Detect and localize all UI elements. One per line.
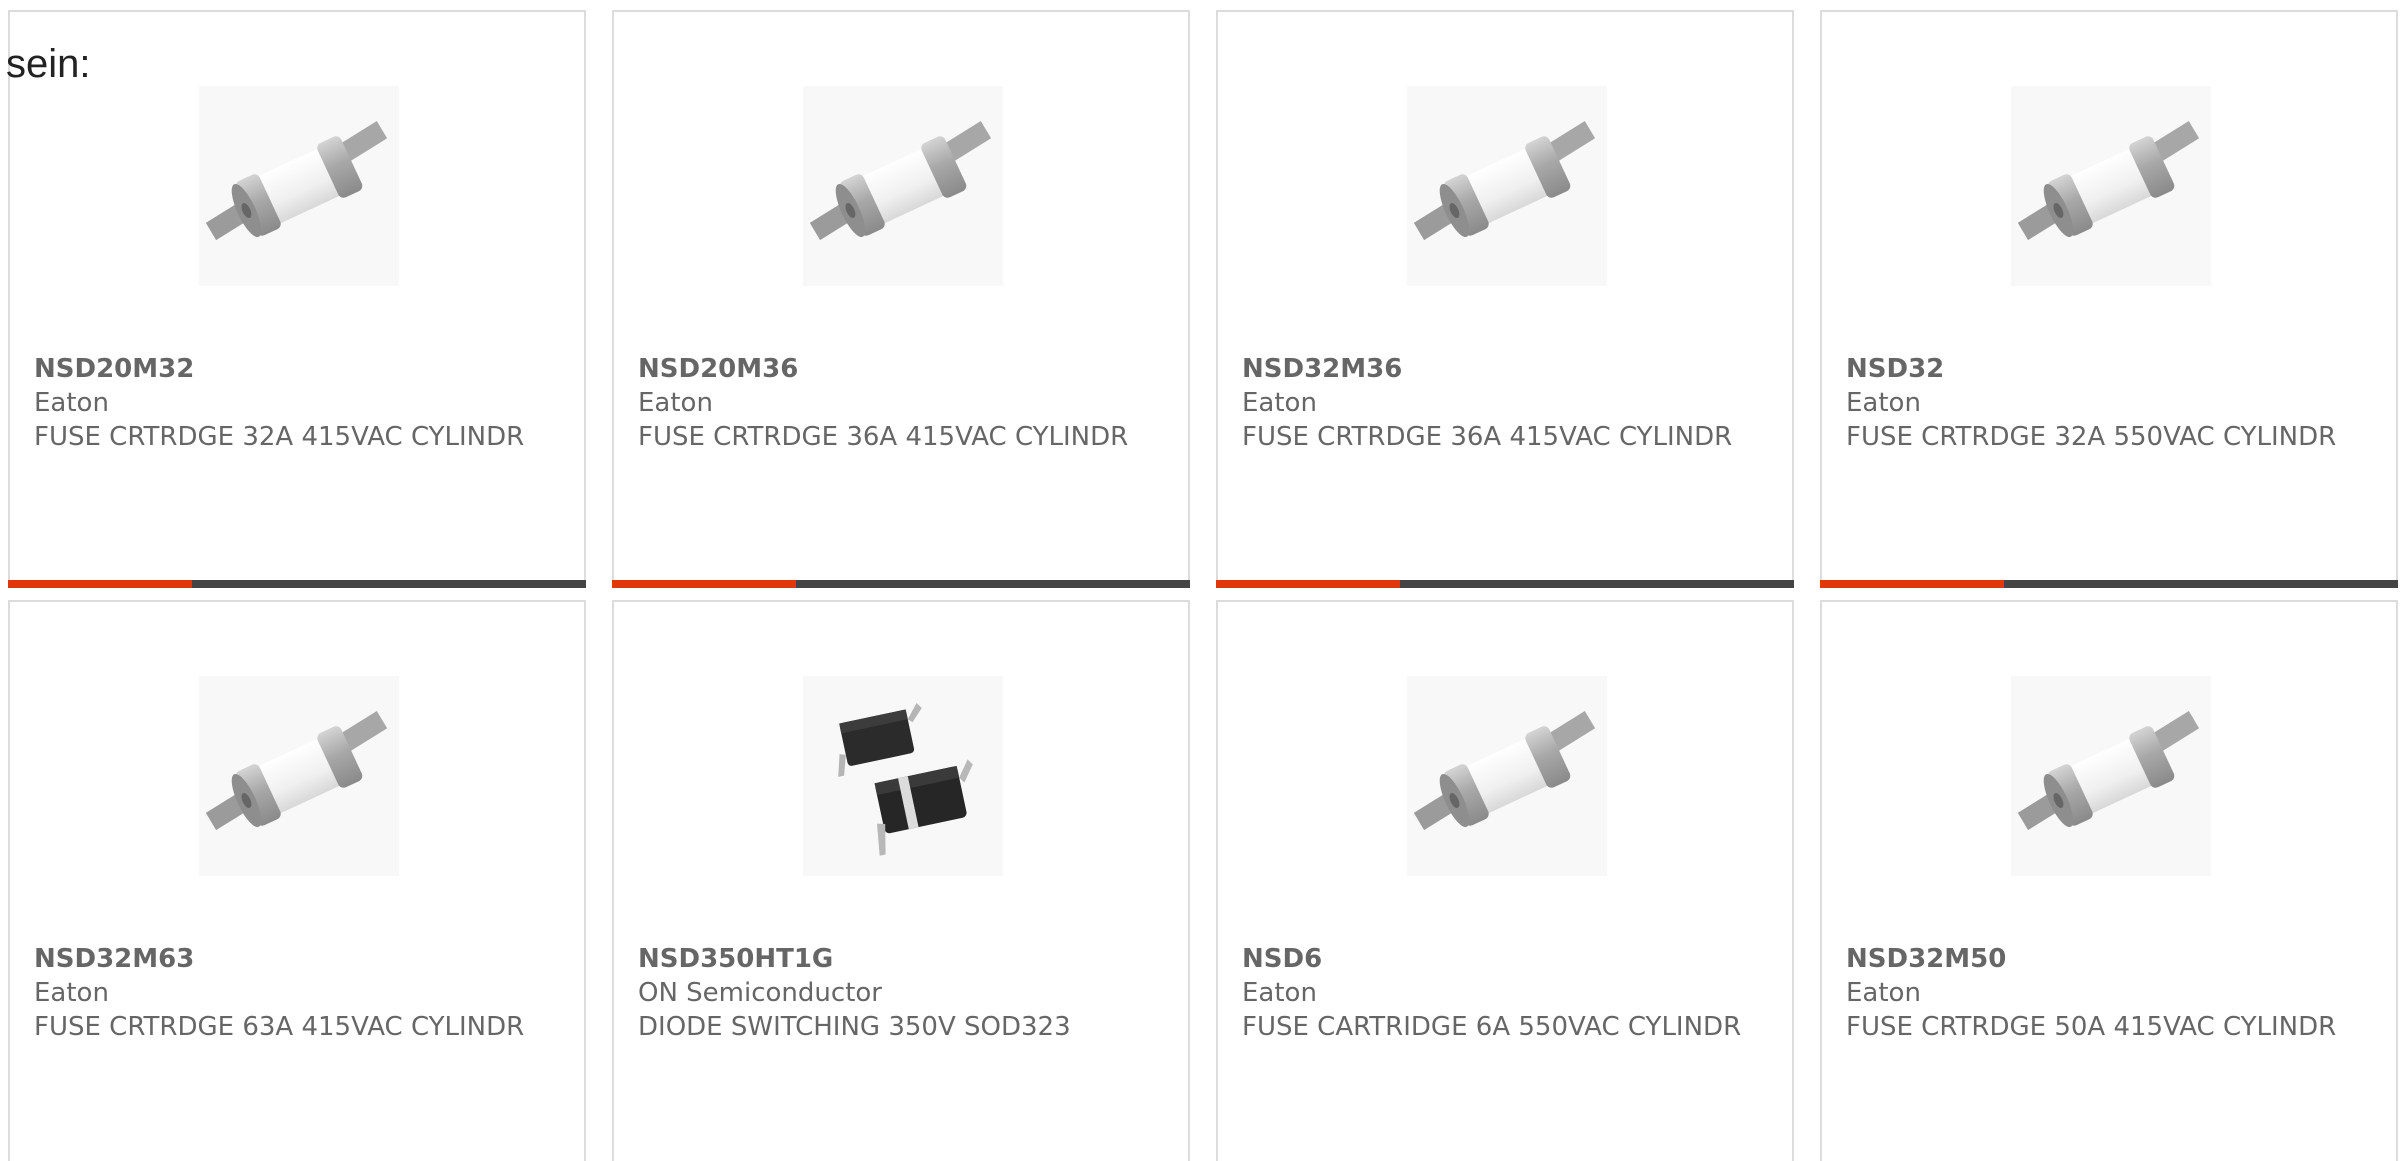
cartridge-fuse-icon xyxy=(1407,86,1607,286)
fuse-image xyxy=(199,676,399,876)
product-card[interactable]: NSD32M63 Eaton FUSE CRTRDGE 63A 415VAC C… xyxy=(8,600,586,1161)
part-number[interactable]: NSD32M63 xyxy=(34,942,554,976)
accent-bar xyxy=(612,580,1190,588)
product-description: FUSE CRTRDGE 36A 415VAC CYLINDR xyxy=(1242,422,1733,452)
manufacturer: Eaton xyxy=(1242,388,1317,418)
product-card[interactable]: NSD32 Eaton FUSE CRTRDGE 32A 550VAC CYLI… xyxy=(1820,10,2398,588)
part-number[interactable]: NSD32 xyxy=(1846,352,2366,386)
part-number[interactable]: NSD350HT1G xyxy=(638,942,1158,976)
accent-bar xyxy=(1216,580,1794,588)
product-description: FUSE CRTRDGE 32A 550VAC CYLINDR xyxy=(1846,422,2337,452)
product-info: NSD6 Eaton FUSE CARTRIDGE 6A 550VAC CYLI… xyxy=(1242,942,1762,1044)
product-description: DIODE SWITCHING 350V SOD323 xyxy=(638,1012,1071,1042)
fuse-image xyxy=(803,86,1003,286)
product-card[interactable]: NSD20M36 Eaton FUSE CRTRDGE 36A 415VAC C… xyxy=(612,10,1190,588)
fuse-image xyxy=(1407,676,1607,876)
product-info: NSD20M36 Eaton FUSE CRTRDGE 36A 415VAC C… xyxy=(638,352,1158,454)
accent-bar xyxy=(8,580,586,588)
product-info: NSD32M63 Eaton FUSE CRTRDGE 63A 415VAC C… xyxy=(34,942,554,1044)
part-number[interactable]: NSD32M50 xyxy=(1846,942,2366,976)
product-description: FUSE CRTRDGE 32A 415VAC CYLINDR xyxy=(34,422,525,452)
diode-image xyxy=(803,676,1003,876)
product-description: FUSE CARTRIDGE 6A 550VAC CYLINDR xyxy=(1242,1012,1742,1042)
cartridge-fuse-icon xyxy=(803,86,1003,286)
product-info: NSD350HT1G ON Semiconductor DIODE SWITCH… xyxy=(638,942,1158,1044)
part-number[interactable]: NSD20M36 xyxy=(638,352,1158,386)
fuse-image xyxy=(199,86,399,286)
cartridge-fuse-icon xyxy=(199,676,399,876)
product-grid: NSD20M32 Eaton FUSE CRTRDGE 32A 415VAC C… xyxy=(8,10,2398,1161)
cartridge-fuse-icon xyxy=(2011,676,2211,876)
product-description: FUSE CRTRDGE 50A 415VAC CYLINDR xyxy=(1846,1012,2337,1042)
manufacturer: Eaton xyxy=(34,978,109,1008)
intro-text: sein: xyxy=(6,42,91,86)
product-card[interactable]: NSD6 Eaton FUSE CARTRIDGE 6A 550VAC CYLI… xyxy=(1216,600,1794,1161)
fuse-image xyxy=(1407,86,1607,286)
sod323-diode-icon xyxy=(803,676,1003,876)
cartridge-fuse-icon xyxy=(1407,676,1607,876)
product-info: NSD32 Eaton FUSE CRTRDGE 32A 550VAC CYLI… xyxy=(1846,352,2366,454)
cartridge-fuse-icon xyxy=(199,86,399,286)
product-info: NSD20M32 Eaton FUSE CRTRDGE 32A 415VAC C… xyxy=(34,352,554,454)
accent-bar xyxy=(1820,580,2398,588)
part-number[interactable]: NSD20M32 xyxy=(34,352,554,386)
product-description: FUSE CRTRDGE 36A 415VAC CYLINDR xyxy=(638,422,1129,452)
product-card[interactable]: NSD20M32 Eaton FUSE CRTRDGE 32A 415VAC C… xyxy=(8,10,586,588)
part-number[interactable]: NSD32M36 xyxy=(1242,352,1762,386)
product-card[interactable]: NSD350HT1G ON Semiconductor DIODE SWITCH… xyxy=(612,600,1190,1161)
product-info: NSD32M50 Eaton FUSE CRTRDGE 50A 415VAC C… xyxy=(1846,942,2366,1044)
product-description: FUSE CRTRDGE 63A 415VAC CYLINDR xyxy=(34,1012,525,1042)
manufacturer: Eaton xyxy=(638,388,713,418)
product-results-page: sein: NSD20M32 Eaton FUSE CRTRDGE 32A 41… xyxy=(0,0,2400,1161)
part-number[interactable]: NSD6 xyxy=(1242,942,1762,976)
product-card[interactable]: NSD32M36 Eaton FUSE CRTRDGE 36A 415VAC C… xyxy=(1216,10,1794,588)
manufacturer: Eaton xyxy=(34,388,109,418)
manufacturer: Eaton xyxy=(1242,978,1317,1008)
product-card[interactable]: NSD32M50 Eaton FUSE CRTRDGE 50A 415VAC C… xyxy=(1820,600,2398,1161)
product-info: NSD32M36 Eaton FUSE CRTRDGE 36A 415VAC C… xyxy=(1242,352,1762,454)
cartridge-fuse-icon xyxy=(2011,86,2211,286)
fuse-image xyxy=(2011,676,2211,876)
manufacturer: Eaton xyxy=(1846,978,1921,1008)
manufacturer: ON Semiconductor xyxy=(638,978,882,1008)
manufacturer: Eaton xyxy=(1846,388,1921,418)
fuse-image xyxy=(2011,86,2211,286)
